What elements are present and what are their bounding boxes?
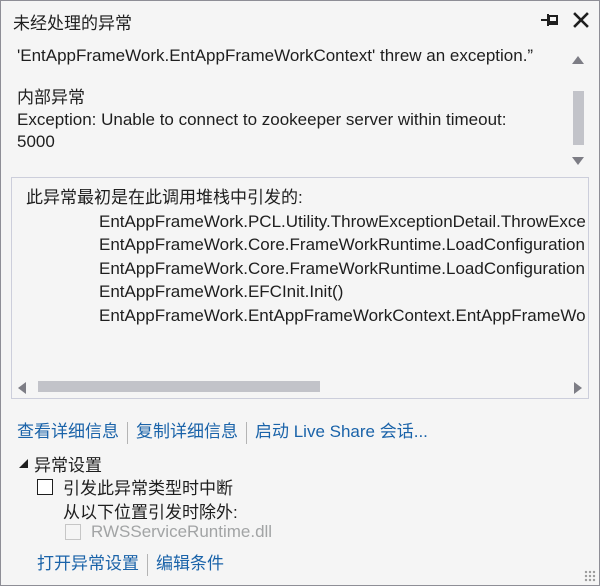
call-stack-panel: 此异常最初是在此调用堆栈中引发的: EntAppFrameWork.PCL.Ut…: [11, 177, 589, 399]
view-details-link[interactable]: 查看详细信息: [17, 422, 119, 441]
close-button[interactable]: [568, 7, 594, 33]
divider: [147, 553, 148, 576]
exception-helper-dialog: 未经处理的异常 'EntAppFrameWork.EntAppFrameWork…: [0, 0, 600, 586]
exception-settings-toggle[interactable]: 异常设置: [19, 451, 102, 476]
call-stack-content[interactable]: 此异常最初是在此调用堆栈中引发的: EntAppFrameWork.PCL.Ut…: [26, 186, 586, 376]
inner-exception-text: Exception: Unable to connect to zookeepe…: [17, 110, 507, 151]
stack-frame: EntAppFrameWork.EntAppFrameWorkContext.E…: [99, 305, 586, 325]
scroll-down-arrow-icon[interactable]: [572, 157, 584, 165]
settings-links: 打开异常设置 编辑条件: [37, 549, 224, 576]
open-exception-settings-link[interactable]: 打开异常设置: [37, 554, 139, 573]
inner-exception-label: 内部异常: [17, 88, 85, 107]
resize-grip-icon[interactable]: [584, 570, 596, 582]
stack-frame: EntAppFrameWork.EFCInit.Init(): [99, 282, 344, 301]
break-on-throw-label: 引发此异常类型时中断: [63, 479, 233, 498]
stack-frame: EntAppFrameWork.PCL.Utility.ThrowExcepti…: [99, 211, 586, 231]
pin-icon: [541, 14, 558, 26]
scroll-thumb[interactable]: [38, 381, 320, 392]
scroll-up-arrow-icon[interactable]: [572, 56, 584, 64]
divider: [127, 421, 128, 444]
edit-conditions-link[interactable]: 编辑条件: [156, 554, 224, 573]
stack-horizontal-scrollbar[interactable]: [12, 376, 588, 398]
call-stack-header: 此异常最初是在此调用堆栈中引发的:: [26, 188, 303, 207]
checkbox-box[interactable]: [65, 524, 81, 540]
except-when-thrown-label: 从以下位置引发时除外:: [63, 503, 238, 522]
live-share-link[interactable]: 启动 Live Share 会话...: [255, 422, 428, 441]
copy-details-link[interactable]: 复制详细信息: [136, 422, 238, 441]
exception-message-text[interactable]: 'EntAppFrameWork.EntAppFrameWorkContext'…: [17, 45, 547, 153]
collapse-triangle-icon: [19, 459, 28, 468]
exception-message-panel: 'EntAppFrameWork.EntAppFrameWorkContext'…: [11, 39, 589, 175]
divider: [246, 421, 247, 444]
pin-button[interactable]: [537, 7, 563, 33]
exception-settings-header: 异常设置: [34, 456, 102, 475]
stack-frame: EntAppFrameWork.Core.FrameWorkRuntime.Lo…: [99, 235, 585, 254]
module-label: RWSServiceRuntime.dll: [91, 522, 273, 541]
action-links: 查看详细信息 复制详细信息 启动 Live Share 会话...: [17, 417, 428, 444]
close-icon: [573, 12, 589, 28]
stack-frame: EntAppFrameWork.Core.FrameWorkRuntime.Lo…: [99, 258, 585, 278]
scroll-left-arrow-icon[interactable]: [18, 382, 26, 394]
scroll-right-arrow-icon[interactable]: [574, 382, 582, 394]
title-bar: 未经处理的异常: [1, 1, 599, 39]
message-vertical-scrollbar[interactable]: [567, 53, 589, 171]
checkbox-box[interactable]: [37, 478, 53, 495]
dialog-title: 未经处理的异常: [13, 14, 132, 33]
break-on-throw-checkbox[interactable]: 引发此异常类型时中断: [37, 474, 233, 499]
exception-message: 'EntAppFrameWork.EntAppFrameWorkContext'…: [17, 46, 534, 65]
scroll-thumb[interactable]: [573, 91, 584, 145]
module-exception-checkbox[interactable]: RWSServiceRuntime.dll: [65, 522, 272, 542]
